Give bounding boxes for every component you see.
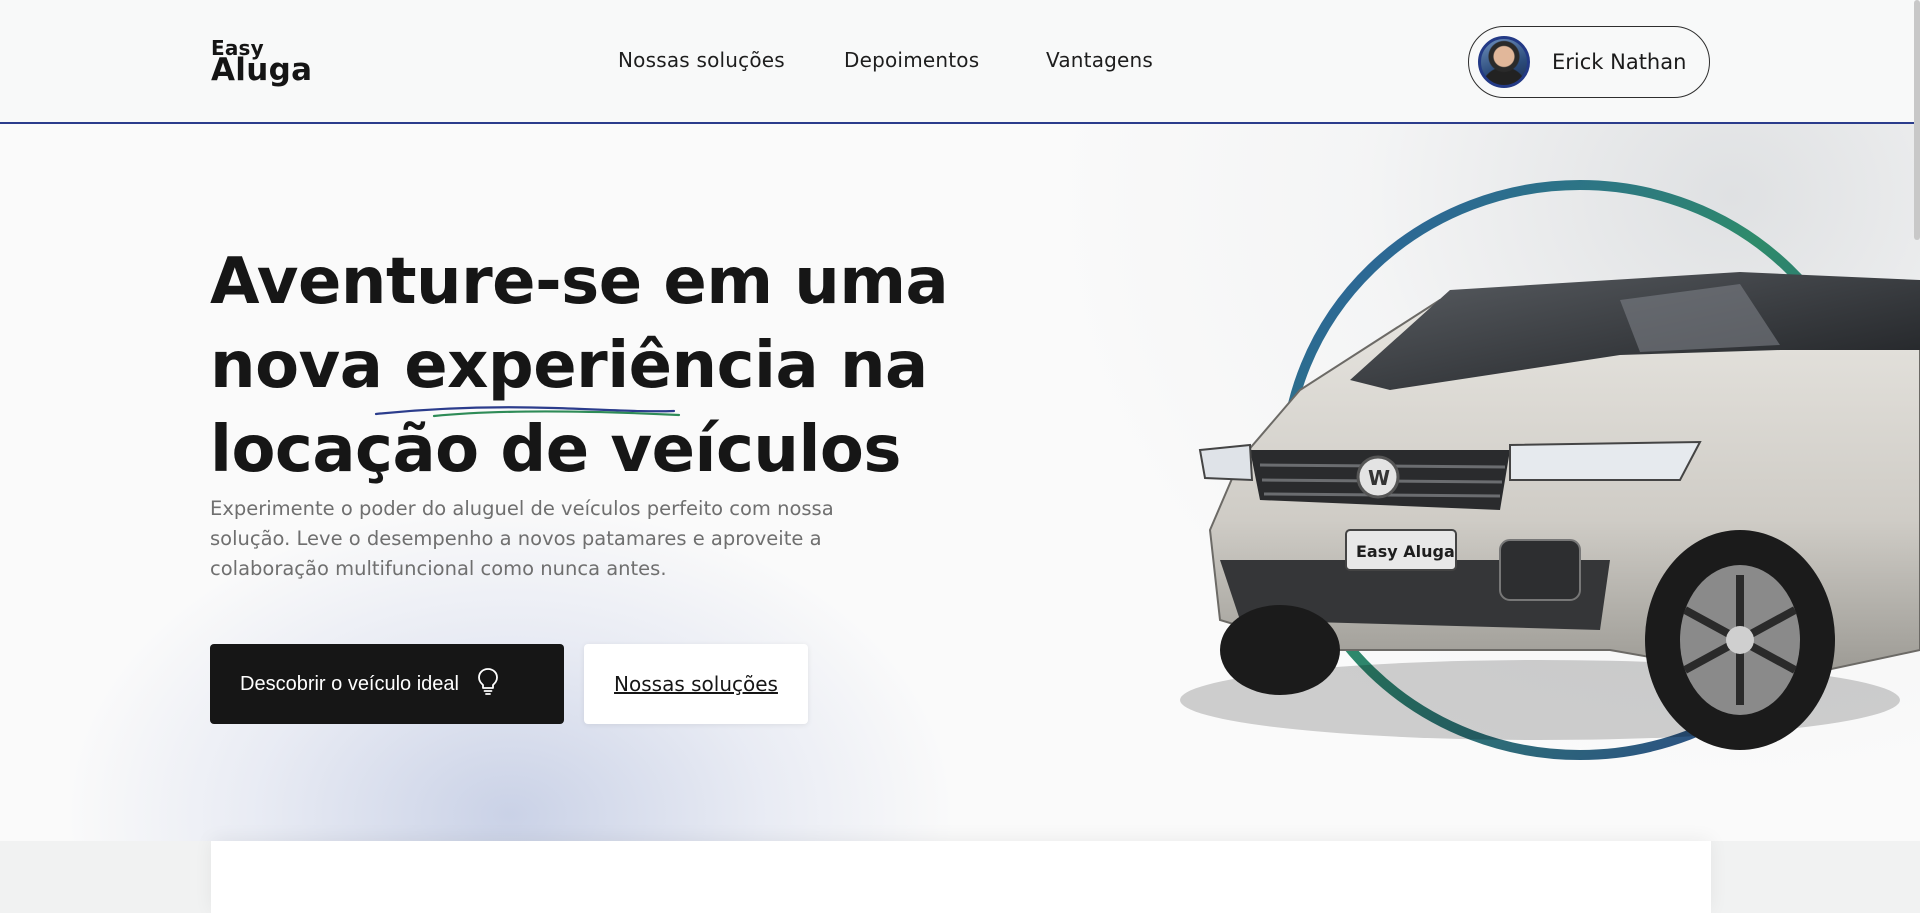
hero-title-line-3: locação de veículos <box>210 413 901 487</box>
car-illustration: W Easy Aluga <box>1180 180 1920 760</box>
hero-title-highlight-text: experiência <box>404 329 819 403</box>
hero-title-line-2-start: nova <box>210 329 405 403</box>
user-name: Erick Nathan <box>1552 50 1687 74</box>
underline-squiggle-icon <box>375 406 681 418</box>
license-plate-text: Easy Aluga <box>1356 542 1455 561</box>
discover-vehicle-button[interactable]: Descobrir o veículo ideal <box>210 644 564 724</box>
site-header: Easy Aluga Nossas soluções Depoimentos V… <box>0 0 1920 124</box>
nav-link-solucoes[interactable]: Nossas soluções <box>618 48 785 72</box>
user-avatar <box>1478 36 1530 88</box>
nav-link-vantagens[interactable]: Vantagens <box>1046 48 1153 72</box>
hero-title-highlight: experiência <box>375 324 819 418</box>
hero-title: Aventure-se em uma nova experiência na l… <box>210 240 949 492</box>
logo-big-text: Aluga <box>211 52 313 88</box>
hero-title-line-2: nova experiência na <box>210 324 930 418</box>
our-solutions-button[interactable]: Nossas soluções <box>584 644 808 724</box>
lightbulb-icon <box>477 667 499 701</box>
hero-title-line-2-end: na <box>818 329 928 403</box>
discover-vehicle-label: Descobrir o veículo ideal <box>240 672 459 695</box>
svg-text:W: W <box>1368 466 1390 490</box>
next-section-card <box>211 841 1711 913</box>
nav-link-depoimentos[interactable]: Depoimentos <box>844 48 979 72</box>
brand-logo[interactable]: Easy Aluga <box>211 38 312 86</box>
user-menu-button[interactable]: Erick Nathan <box>1468 26 1710 98</box>
hero-description: Experimente o poder do aluguel de veícul… <box>210 497 834 580</box>
page-scrollbar[interactable] <box>1914 0 1920 240</box>
hero-title-line-1: Aventure-se em uma <box>210 245 949 319</box>
